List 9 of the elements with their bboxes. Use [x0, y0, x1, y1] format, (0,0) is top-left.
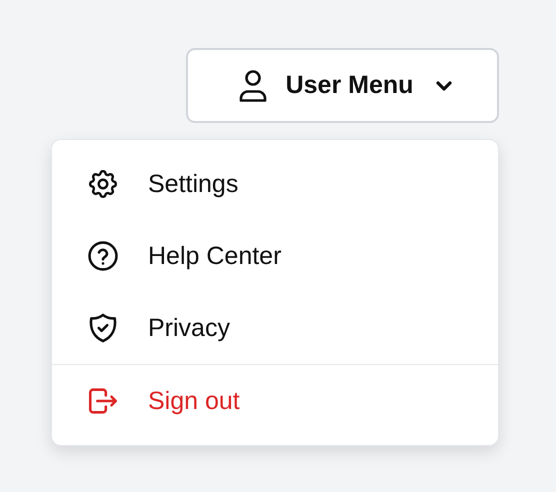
- menu-item[interactable]: Settings: [52, 148, 498, 220]
- user-icon: [238, 68, 268, 102]
- chevron-icon: [435, 80, 454, 92]
- menu-item[interactable]: Help Center: [52, 220, 498, 292]
- user-menu-button[interactable]: User Menu: [186, 48, 499, 123]
- menu-item[interactable]: Sign out: [52, 365, 498, 437]
- settings-icon: [86, 167, 120, 201]
- menu-item[interactable]: Privacy: [52, 292, 498, 364]
- help-icon: [86, 239, 120, 273]
